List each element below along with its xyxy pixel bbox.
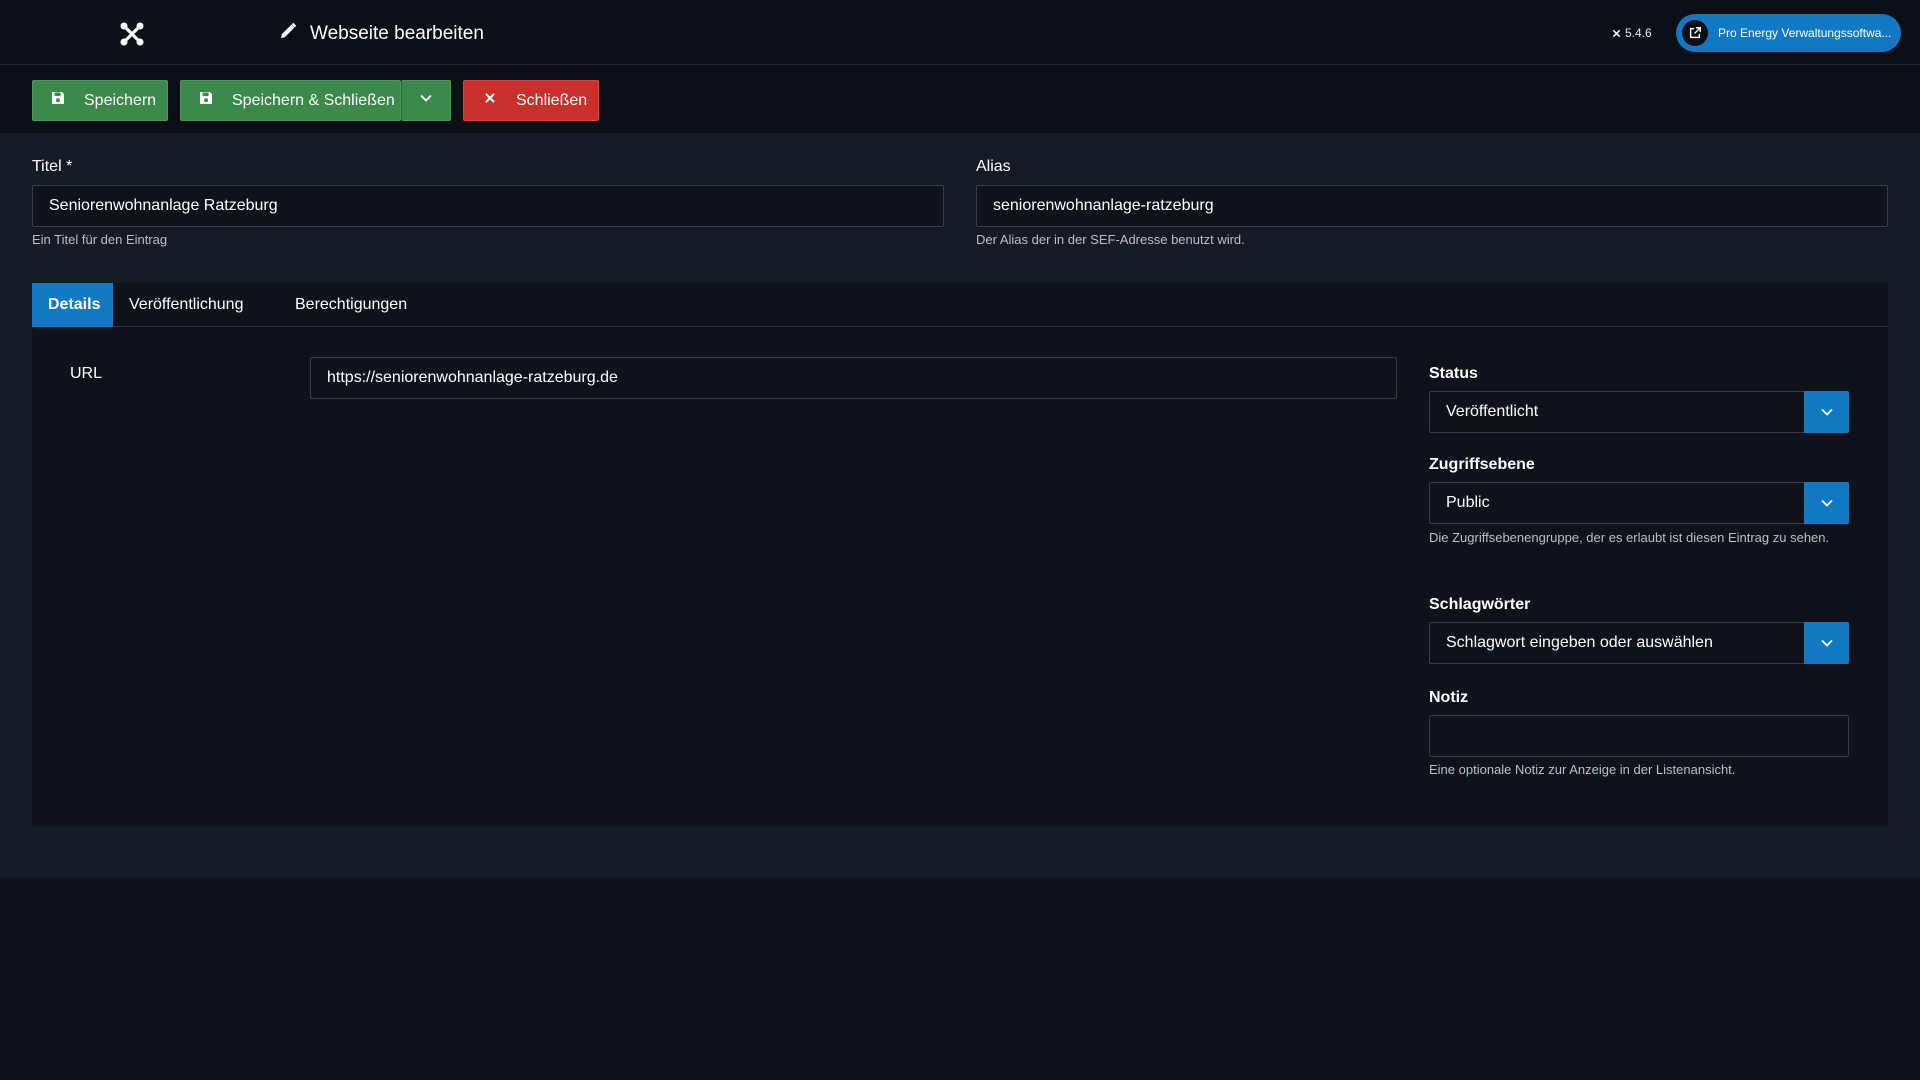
title-label: Titel * [32, 158, 73, 175]
close-button[interactable]: Schließen [463, 80, 599, 121]
app-header: Webseite bearbeiten 5.4.6 Pro Energy Ver… [0, 0, 1920, 65]
floppy-disk-icon [50, 90, 66, 111]
save-button[interactable]: Speichern [32, 80, 168, 121]
tab-permissions[interactable]: Berechtigungen [279, 283, 423, 327]
chevron-down-icon [418, 90, 434, 111]
close-label: Schließen [516, 91, 588, 109]
access-select[interactable]: Public [1429, 482, 1849, 524]
toolbar: Speichern Speichern & Schließen Schließe… [0, 66, 1920, 133]
note-input[interactable] [1429, 715, 1849, 757]
url-label: URL [70, 365, 103, 382]
access-value: Public [1446, 494, 1490, 511]
version-badge: 5.4.6 [1611, 24, 1652, 42]
joomla-small-icon [1612, 29, 1621, 37]
tab-bar: Details Veröffentlichung Berechtigungen [32, 283, 1888, 327]
page-title: Webseite bearbeiten [278, 20, 484, 48]
title-help-text: Ein Titel für den Eintrag [32, 232, 168, 247]
status-value: Veröffentlicht [1446, 403, 1539, 420]
save-and-close-button[interactable]: Speichern & Schließen [180, 80, 401, 121]
pencil-icon [278, 21, 298, 47]
status-label: Status [1429, 365, 1478, 382]
site-link-label: Pro Energy Verwaltungssoftwa... [1718, 26, 1892, 40]
tags-label: Schlagwörter [1429, 596, 1531, 613]
view-site-button[interactable]: Pro Energy Verwaltungssoftwa... [1676, 14, 1901, 52]
access-help-text: Die Zugriffsebenengruppe, der es erlaubt… [1429, 530, 1830, 545]
version-text: 5.4.6 [1625, 26, 1652, 40]
alias-help-text: Der Alias der in der SEF-Adresse benutzt… [976, 232, 1245, 247]
joomla-logo-icon[interactable] [118, 20, 146, 48]
x-icon [482, 90, 498, 111]
url-input[interactable]: https://seniorenwohnanlage-ratzeburg.de [310, 357, 1397, 399]
status-select[interactable]: Veröffentlicht [1429, 391, 1849, 433]
tags-select[interactable]: Schlagwort eingeben oder auswählen [1429, 622, 1849, 664]
page-title-text: Webseite bearbeiten [310, 23, 484, 44]
tab-details[interactable]: Details [32, 283, 113, 327]
save-and-close-label: Speichern & Schließen [232, 91, 395, 109]
alias-input[interactable]: seniorenwohnanlage-ratzeburg [976, 185, 1888, 227]
chevron-down-icon[interactable] [1804, 622, 1849, 664]
note-label: Notiz [1429, 689, 1469, 706]
external-link-icon [1682, 20, 1708, 46]
access-label: Zugriffsebene [1429, 456, 1535, 473]
tags-placeholder: Schlagwort eingeben oder auswählen [1446, 634, 1713, 651]
save-label: Speichern [84, 91, 157, 109]
chevron-down-icon[interactable] [1804, 391, 1849, 433]
title-input[interactable]: Seniorenwohnanlage Ratzeburg [32, 185, 944, 227]
tab-publishing[interactable]: Veröffentlichung [113, 283, 259, 327]
chevron-down-icon[interactable] [1804, 482, 1849, 524]
note-help-text: Eine optionale Notiz zur Anzeige in der … [1429, 762, 1736, 777]
alias-label: Alias [976, 158, 1011, 175]
save-options-dropdown-button[interactable] [401, 80, 451, 121]
floppy-disk-icon [198, 90, 214, 111]
